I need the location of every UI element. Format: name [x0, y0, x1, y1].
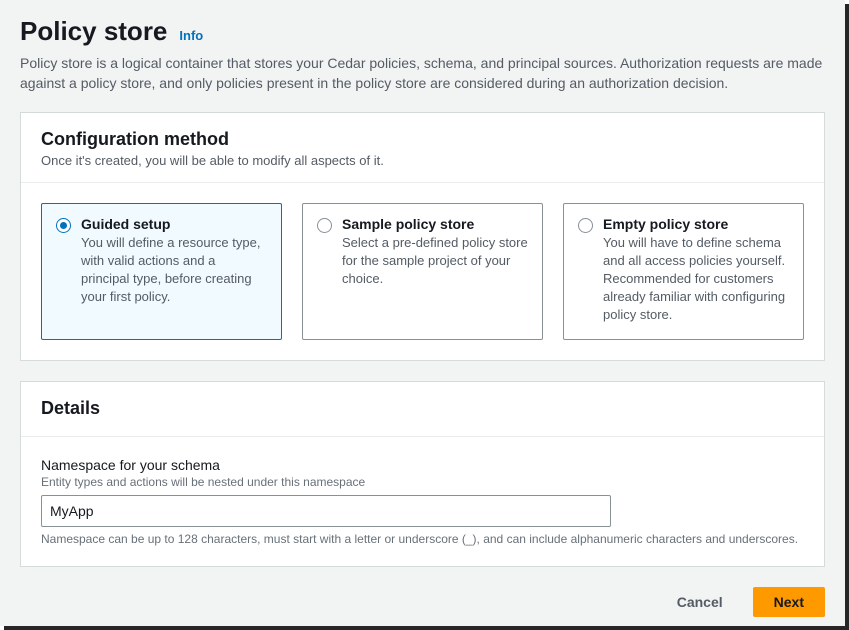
details-title: Details [41, 398, 804, 419]
namespace-input[interactable] [41, 495, 611, 527]
option-content: Empty policy store You will have to defi… [603, 216, 789, 325]
cancel-button[interactable]: Cancel [657, 587, 743, 617]
namespace-constraint: Namespace can be up to 128 characters, m… [41, 532, 804, 546]
info-link[interactable]: Info [179, 28, 203, 43]
option-content: Sample policy store Select a pre-defined… [342, 216, 528, 289]
namespace-help: Entity types and actions will be nested … [41, 475, 804, 489]
option-empty-policy-store[interactable]: Empty policy store You will have to defi… [563, 203, 804, 340]
details-header: Details [21, 382, 824, 437]
radio-icon [578, 218, 593, 233]
option-desc: Select a pre-defined policy store for th… [342, 234, 528, 289]
page-header: Policy store Info [20, 16, 825, 47]
next-button[interactable]: Next [753, 587, 825, 617]
configuration-method-header: Configuration method Once it's created, … [21, 113, 824, 183]
configuration-method-panel: Configuration method Once it's created, … [20, 112, 825, 361]
details-panel: Details Namespace for your schema Entity… [20, 381, 825, 567]
page-container: Policy store Info Policy store is a logi… [0, 0, 845, 626]
option-title: Guided setup [81, 216, 267, 232]
configuration-method-body: Guided setup You will define a resource … [21, 183, 824, 360]
options-row: Guided setup You will define a resource … [41, 203, 804, 340]
option-desc: You will define a resource type, with va… [81, 234, 267, 307]
configuration-method-subtitle: Once it's created, you will be able to m… [41, 153, 804, 168]
option-content: Guided setup You will define a resource … [81, 216, 267, 307]
option-desc: You will have to define schema and all a… [603, 234, 789, 325]
namespace-label: Namespace for your schema [41, 457, 804, 473]
page-title: Policy store [20, 16, 167, 47]
option-sample-policy-store[interactable]: Sample policy store Select a pre-defined… [302, 203, 543, 340]
option-guided-setup[interactable]: Guided setup You will define a resource … [41, 203, 282, 340]
footer-actions: Cancel Next [20, 587, 825, 617]
page-description: Policy store is a logical container that… [20, 53, 825, 94]
option-title: Empty policy store [603, 216, 789, 232]
details-body: Namespace for your schema Entity types a… [21, 437, 824, 566]
option-title: Sample policy store [342, 216, 528, 232]
configuration-method-title: Configuration method [41, 129, 804, 150]
radio-icon [317, 218, 332, 233]
radio-icon [56, 218, 71, 233]
